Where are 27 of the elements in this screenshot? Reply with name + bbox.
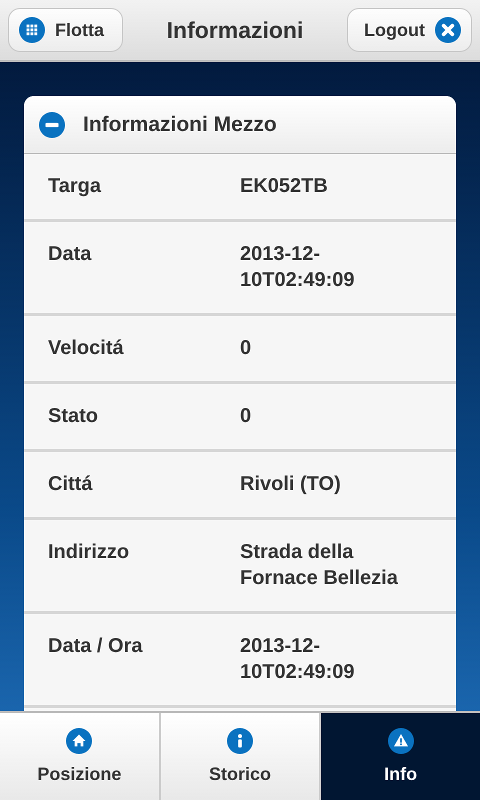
field-label: Targa [48,174,102,199]
field-value: Strada della Fornace Bellezia [240,540,399,591]
tab[interactable]: Posizione [0,713,161,800]
tab[interactable]: Storico [160,713,322,800]
field-value: 2013-12-10T02:49:09 [240,634,356,685]
field-label: Data [48,242,92,267]
flotta-button[interactable]: Flotta [8,8,123,52]
field-label: Data / Ora [48,634,144,659]
info-icon [227,728,253,754]
field-value: 0 [240,336,252,361]
field-value: 0 [240,404,252,429]
close-icon [435,17,461,43]
logout-button[interactable]: Logout [347,8,472,52]
minus-icon [39,112,65,138]
field-label: Velocitá [48,336,125,361]
page-title: Informazioni [166,16,304,44]
warning-icon [388,728,414,754]
field-label: Stato [48,404,99,429]
field-value: EK052TB [240,174,329,199]
tab[interactable]: Info [321,713,480,800]
grid-icon [19,17,45,43]
panel-header[interactable]: Informazioni Mezzo [24,96,456,154]
field-label: Cittá [48,472,94,497]
field-value: 2013-12-10T02:49:09 [240,242,356,293]
home-icon [66,728,92,754]
field-value: Rivoli (TO) [240,472,342,497]
field-label: Indirizzo [48,540,130,565]
